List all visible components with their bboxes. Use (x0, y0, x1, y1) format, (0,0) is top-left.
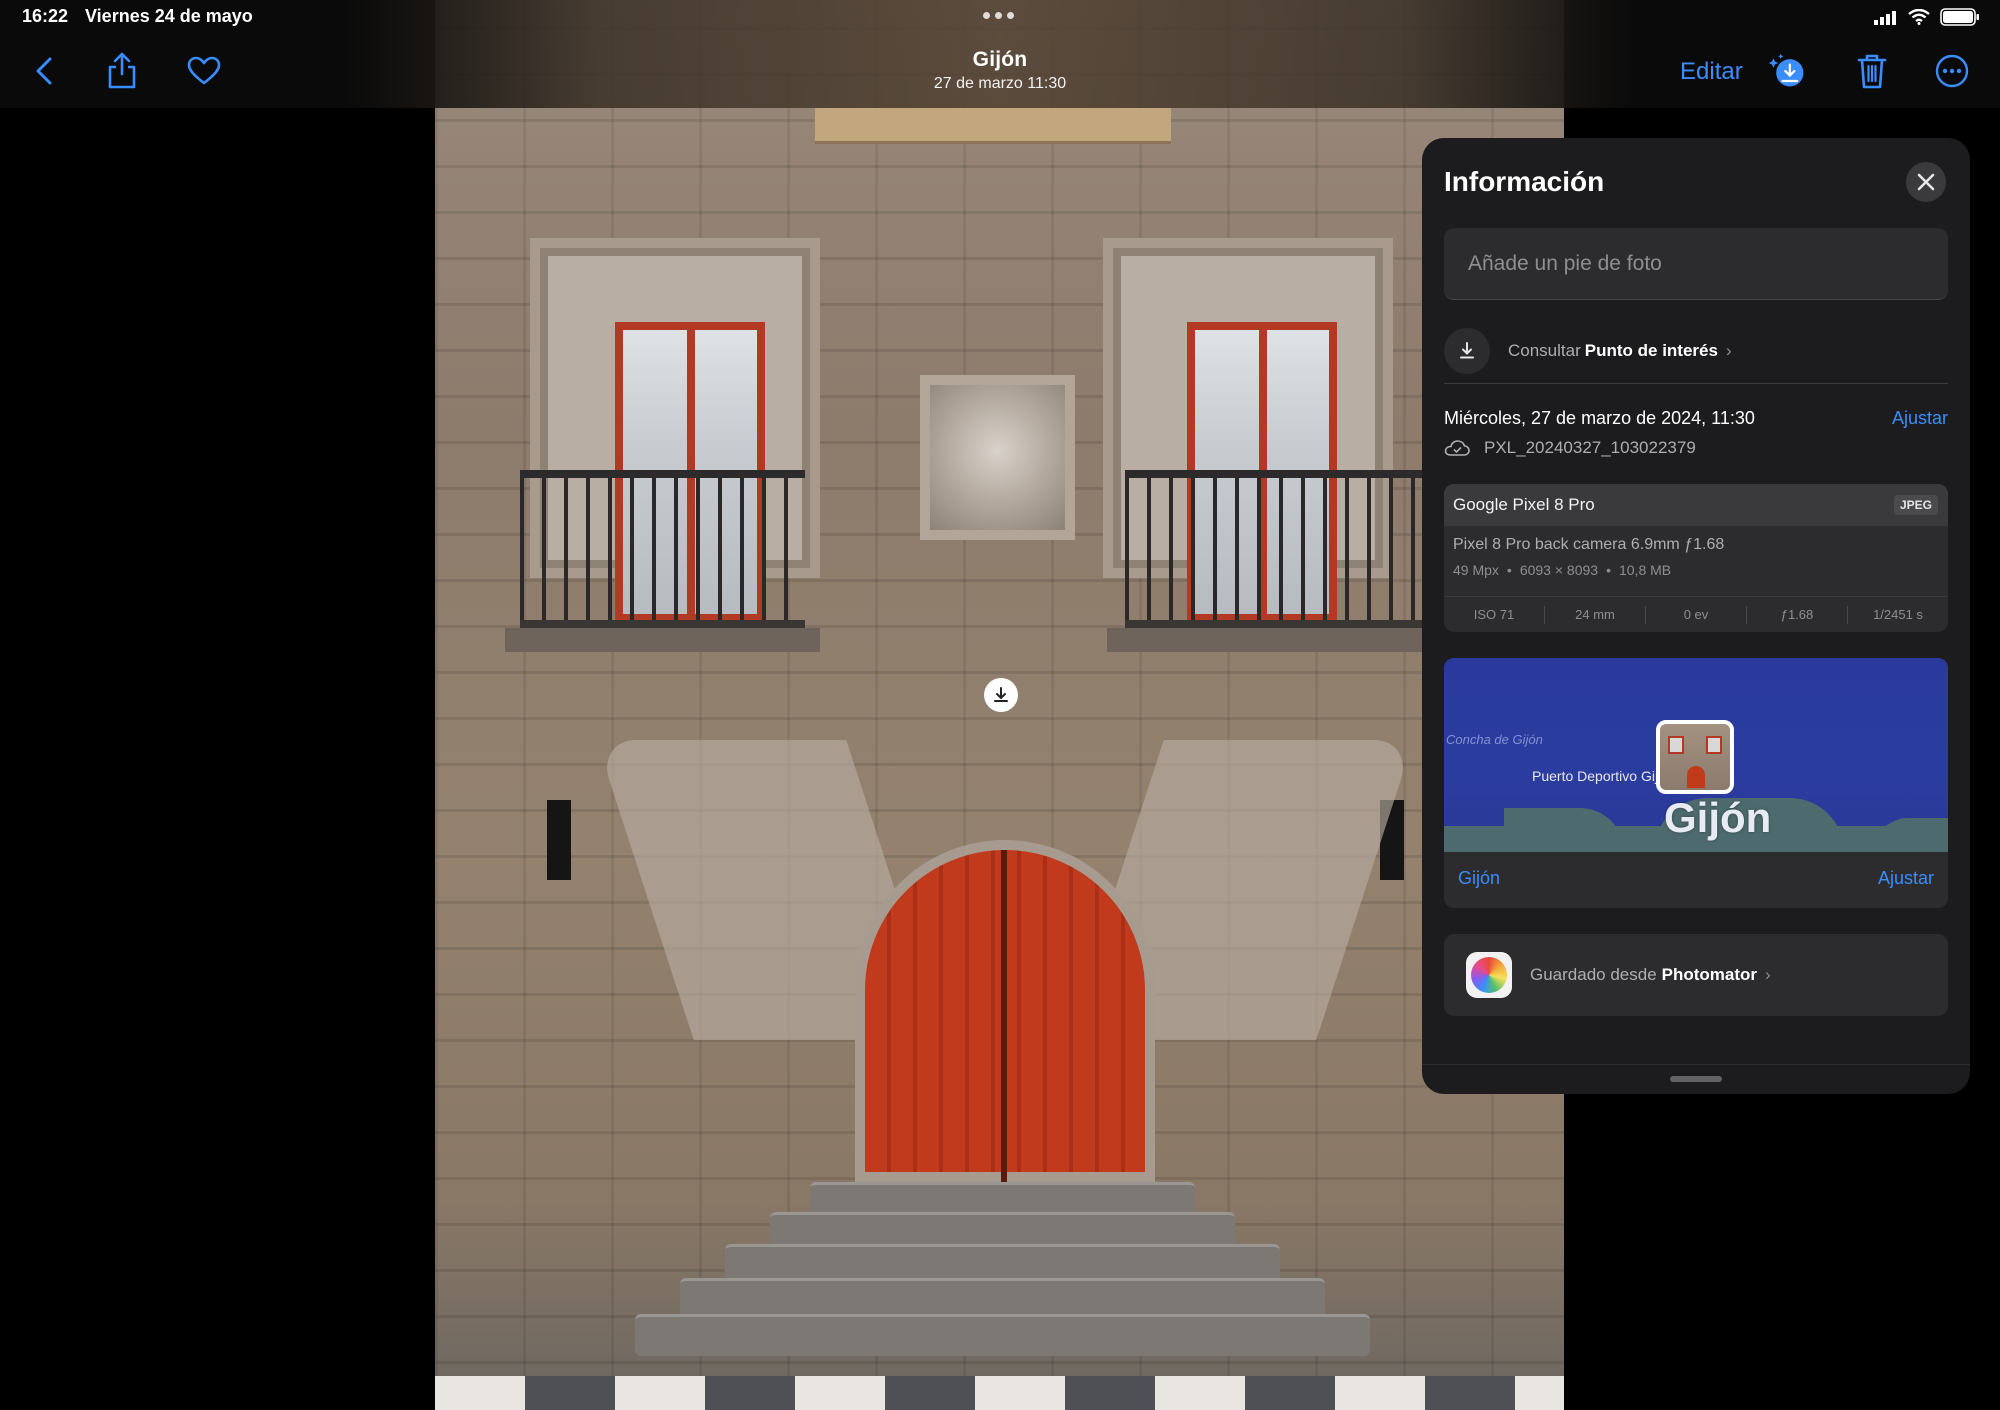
close-button[interactable] (1906, 162, 1946, 202)
exif-aperture: ƒ1.68 (1747, 605, 1848, 624)
caption-input[interactable]: Añade un pie de foto (1444, 228, 1948, 300)
trash-icon (1857, 54, 1887, 89)
dimensions: 6093 × 8093 (1519, 562, 1599, 578)
camera-lens: Pixel 8 Pro back camera 6.9mm ƒ1.68 (1453, 536, 1725, 553)
photo-title: Gijón (972, 48, 1028, 71)
file-size: 10,8 MB (1618, 562, 1672, 578)
panel-divider (1422, 1064, 1970, 1065)
poi-lookup-row[interactable]: Consultar Punto de interés › (1444, 318, 1948, 384)
close-icon (1917, 173, 1935, 191)
icloud-icon (1444, 440, 1470, 456)
camera-header: Google Pixel 8 Pro JPEG (1444, 484, 1948, 526)
location-map[interactable]: Concha de Gijón Puerto Deportivo Gijón G… (1444, 658, 1948, 852)
chevron-left-icon (36, 57, 52, 85)
photo-door-split (1001, 850, 1007, 1182)
share-icon (108, 52, 136, 89)
edit-button[interactable]: Editar (1680, 58, 1743, 86)
file-name-row: PXL_20240327_103022379 (1444, 438, 1696, 458)
more-button[interactable] (1932, 52, 1972, 90)
photomator-app-icon (1466, 952, 1512, 998)
photo-window-slit (547, 800, 571, 880)
status-bar: 16:22 Viernes 24 de mayo (0, 0, 2000, 34)
visual-lookup-icon (1768, 53, 1804, 87)
poi-badge-icon[interactable] (984, 678, 1018, 712)
chevron-right-icon: › (1725, 340, 1732, 360)
poi-lookup-icon (1444, 327, 1490, 374)
photo-step (635, 1314, 1370, 1356)
map-place-link[interactable]: Gijón (1458, 868, 1500, 889)
share-button[interactable] (102, 52, 142, 90)
format-badge: JPEG (1893, 495, 1938, 515)
photo-pavement (435, 1376, 1564, 1410)
saved-from-row[interactable]: Guardado desde Photomator › (1444, 934, 1948, 1016)
title-block: Gijón 27 de marzo 11:30 (880, 48, 1120, 93)
top-toolbar: Gijón 27 de marzo 11:30 Editar (0, 34, 2000, 108)
photo-viewer[interactable] (435, 0, 1564, 1410)
exif-shutter: 1/2451 s (1873, 606, 1923, 622)
photo-step (810, 1182, 1195, 1214)
map-label-concha: Concha de Gijón (1446, 732, 1543, 747)
exif-focal-length: 24 mm (1545, 605, 1646, 624)
map-city-label: Gijón (1664, 794, 1772, 841)
back-button[interactable] (24, 52, 64, 90)
status-date: Viernes 24 de mayo (85, 6, 253, 26)
camera-card: Google Pixel 8 Pro JPEG Pixel 8 Pro back… (1444, 484, 1948, 632)
camera-specs: 49 Mpx • 6093 × 8093 • 10,8 MB (1453, 562, 1672, 578)
lookup-button[interactable] (1768, 52, 1808, 90)
cellular-signal-icon (1874, 11, 1896, 25)
info-panel: Información Añade un pie de foto Consult… (1422, 138, 1970, 1094)
status-time: 16:22 (22, 6, 69, 26)
map-land (1874, 818, 1948, 852)
photo-balcony-slab-left (505, 628, 820, 652)
status-icons (1874, 8, 1980, 26)
exif-iso: ISO 71 (1444, 605, 1545, 624)
battery-icon (1940, 8, 1979, 26)
panel-grabber-handle[interactable] (1670, 1076, 1722, 1082)
poi-lookup-text: Consultar Punto de interés (1508, 341, 1718, 361)
multitasking-dots-icon[interactable] (983, 12, 1014, 19)
more-icon (1935, 54, 1969, 88)
photo-coat-of-arms (920, 375, 1075, 540)
photo-balcony-left (520, 470, 805, 630)
map-photo-pin[interactable] (1656, 720, 1734, 794)
capture-date: Miércoles, 27 de marzo de 2024, 11:30 (1444, 408, 1755, 428)
photo-step (680, 1278, 1325, 1318)
wifi-icon (1908, 9, 1930, 25)
photo-balcony-slab-right (1107, 628, 1437, 652)
saved-from-prefix: Guardado desde (1530, 965, 1657, 984)
exif-row: ISO 71 24 mm 0 ev ƒ1.68 1/2451 s (1444, 596, 1948, 632)
delete-button[interactable] (1852, 52, 1892, 90)
photo-subtitle: 27 de marzo 11:30 (933, 75, 1067, 92)
favorite-button[interactable] (184, 52, 224, 90)
saved-from-app: Photomator (1661, 965, 1758, 984)
poi-prefix: Consultar (1508, 340, 1581, 360)
adjust-location-button[interactable]: Ajustar (1878, 868, 1934, 889)
map-label-port: Puerto Deportivo Gijón (1532, 768, 1674, 784)
map-land (1504, 808, 1624, 852)
map-card: Concha de Gijón Puerto Deportivo Gijón G… (1444, 658, 1948, 908)
heart-icon (187, 56, 221, 85)
poi-label: Punto de interés (1584, 340, 1718, 360)
file-name: PXL_20240327_103022379 (1484, 438, 1696, 457)
info-panel-title: Información (1444, 166, 1605, 197)
chevron-right-icon: › (1765, 965, 1771, 984)
camera-model: Google Pixel 8 Pro (1453, 495, 1595, 514)
saved-from-text: Guardado desde Photomator (1530, 965, 1757, 985)
megapixels: 49 Mpx (1453, 562, 1499, 578)
photo-balcony-right (1125, 470, 1425, 630)
photo-step (725, 1244, 1280, 1282)
exif-exposure-value: 0 ev (1646, 605, 1747, 624)
adjust-date-button[interactable]: Ajustar (1892, 408, 1948, 429)
photo-lintel (815, 108, 1171, 144)
photo-step (770, 1212, 1235, 1248)
